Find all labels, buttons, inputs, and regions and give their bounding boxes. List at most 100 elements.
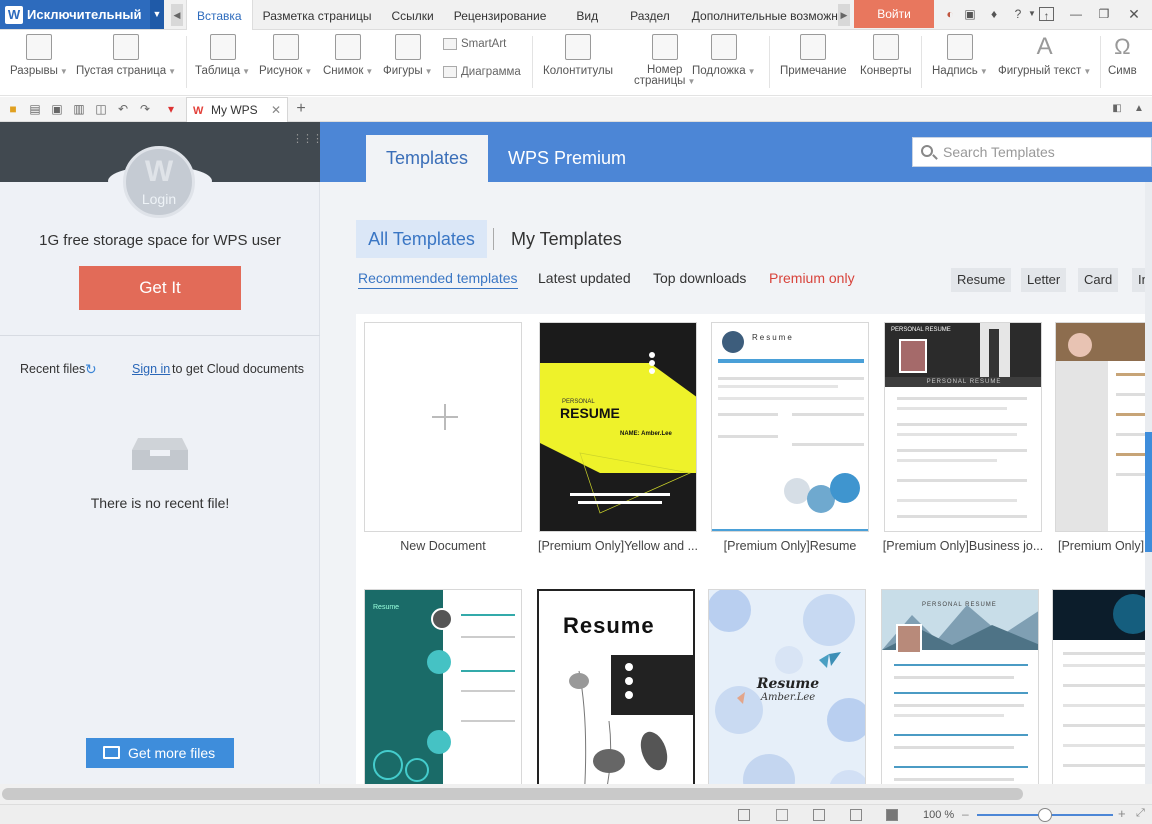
close-icon[interactable]: ✕ [1126, 6, 1142, 22]
fit-window-icon[interactable]: ⤢ [1136, 807, 1145, 820]
wps-tab-logo-icon: W [193, 104, 204, 117]
wordart-button[interactable]: A Фигурный текст ▼ [998, 34, 1091, 78]
print-preview-icon[interactable]: ◫ [94, 102, 108, 116]
card-caption: [Premium Only]U [1058, 539, 1152, 553]
vertical-scrollbar-thumb[interactable] [1145, 432, 1152, 552]
tabs-scroll-right-icon[interactable]: ▶ [838, 4, 850, 26]
folder-icon [103, 746, 120, 759]
table-button[interactable]: Таблица ▼ [195, 34, 250, 77]
skin-icon[interactable]: ◐ [942, 6, 958, 22]
tab-additional[interactable]: Дополнительные возможнос [682, 0, 846, 30]
chart-button[interactable]: Диаграмма [443, 66, 521, 78]
comment-button[interactable]: Примечание [780, 34, 847, 77]
app-menu-button[interactable]: W Исключительный ▼ [0, 0, 164, 29]
tag-resume[interactable]: Resume [951, 268, 1012, 292]
tab-insert[interactable]: Вставка [186, 0, 253, 31]
envelopes-label: Конверты [860, 65, 912, 77]
teal-ring [405, 758, 429, 782]
tab-references[interactable]: Ссылки [381, 0, 443, 30]
template-card[interactable]: Resume Amber.Lee [708, 589, 866, 784]
redo-icon[interactable]: ↷ [138, 102, 152, 116]
horizontal-scrollbar-thumb[interactable] [2, 788, 1023, 800]
envelopes-button[interactable]: Конверты [860, 34, 912, 77]
tabs-scroll-left-icon[interactable]: ◀ [171, 4, 183, 26]
tab-review[interactable]: Рецензирование [444, 0, 557, 30]
refresh-icon[interactable]: ↻ [85, 361, 97, 378]
zoom-in-icon[interactable]: + [1118, 806, 1126, 821]
new-tab-icon[interactable]: + [294, 101, 308, 117]
outline-view-icon[interactable] [813, 809, 825, 821]
tag-letter[interactable]: Letter [1021, 268, 1067, 292]
page-number-button[interactable]: Номер страницы ▼ [634, 34, 695, 87]
tab-section[interactable]: Раздел [618, 0, 682, 30]
tab-page-layout[interactable]: Разметка страницы [253, 0, 382, 30]
blank-page-button[interactable]: Пустая страница ▼ [76, 34, 176, 77]
tab-all-templates[interactable]: All Templates [356, 220, 487, 258]
shapes-button[interactable]: Фигуры ▼ [383, 34, 433, 77]
smartart-button[interactable]: SmartArt [443, 38, 506, 50]
fullscreen-icon[interactable]: ↑ [1039, 7, 1054, 23]
panel-icon[interactable]: ◧ [1110, 102, 1124, 116]
minimize-icon[interactable]: — [1068, 6, 1084, 22]
template-card[interactable] [1052, 589, 1152, 784]
template-card[interactable]: PERSONAL RESUME [881, 589, 1039, 784]
undo-icon[interactable]: ↶ [116, 102, 130, 116]
sign-in-link[interactable]: Sign in [132, 362, 170, 376]
resume-line [718, 413, 778, 416]
filter-recommended[interactable]: Recommended templates [358, 270, 518, 289]
tab-my-templates[interactable]: My Templates [511, 220, 622, 258]
chart-icon [443, 66, 457, 78]
eye-protection-icon[interactable] [886, 809, 898, 821]
search-input[interactable]: Search Templates [912, 137, 1152, 167]
web-view-icon[interactable] [850, 809, 862, 821]
filter-top-downloads[interactable]: Top downloads [653, 270, 746, 286]
open-icon[interactable]: ■ [6, 102, 20, 116]
apps-grid-icon[interactable]: ⋮⋮⋮ [292, 132, 323, 146]
template-card[interactable]: PERSONAL RESUME PERSONAL RESUME [884, 322, 1042, 532]
vertical-scrollbar[interactable] [1145, 182, 1152, 784]
template-card[interactable]: PERSONAL RESUME Resume [537, 589, 695, 784]
focus-mode-icon[interactable] [738, 809, 750, 821]
tab-my-wps[interactable]: W My WPS ✕ [186, 97, 288, 122]
zoom-slider-handle[interactable] [1038, 808, 1052, 822]
login-button[interactable]: Войти [854, 0, 934, 28]
template-card[interactable]: PERSONAL RESUME NAME: Amber.Lee [539, 322, 697, 532]
tag-card[interactable]: Card [1078, 268, 1119, 292]
print-icon[interactable]: ▥ [72, 102, 86, 116]
watermark-button[interactable]: Подложка ▼ [692, 34, 756, 77]
export-pdf-icon[interactable]: ▣ [50, 102, 64, 116]
resume-line [792, 443, 864, 446]
template-card[interactable]: Resume [711, 322, 869, 532]
breaks-button[interactable]: Разрывы ▼ [10, 34, 68, 77]
title-bar: W Исключительный ▼ ◀ Вставка Разметка ст… [0, 0, 1152, 31]
get-it-button[interactable]: Get It [79, 266, 241, 310]
screenshot-button[interactable]: Снимок ▼ [323, 34, 373, 77]
header-footer-button[interactable]: Колонтитулы [543, 34, 613, 77]
symbol-button[interactable]: Ω Симв [1108, 34, 1137, 77]
customize-icon[interactable]: ▾ [164, 102, 178, 116]
new-document-card[interactable] [364, 322, 522, 532]
page-view-icon[interactable] [776, 809, 788, 821]
save-icon[interactable]: ▤ [28, 102, 42, 116]
template-card[interactable] [1055, 322, 1152, 532]
help-dropdown-icon[interactable]: ▼ [1024, 6, 1040, 22]
login-avatar[interactable]: W Login [123, 146, 195, 218]
document-icon[interactable]: ▣ [962, 6, 978, 22]
get-more-files-button[interactable]: Get more files [86, 738, 234, 768]
restore-icon[interactable]: ❐ [1096, 6, 1112, 22]
shirt-icon[interactable]: ♦ [986, 6, 1002, 22]
picture-button[interactable]: Рисунок ▼ [259, 34, 312, 77]
textbox-button[interactable]: Надпись ▼ [932, 34, 988, 77]
collapse-ribbon-icon[interactable]: ▲ [1132, 102, 1146, 116]
filter-latest-updated[interactable]: Latest updated [538, 270, 631, 286]
template-card[interactable]: Resume [364, 589, 522, 784]
tab-templates[interactable]: Templates [366, 135, 488, 182]
tab-wps-premium[interactable]: WPS Premium [508, 135, 626, 182]
storage-text: 1G free storage space for WPS user [39, 232, 281, 249]
zoom-out-icon[interactable]: – [962, 807, 969, 821]
horizontal-scrollbar[interactable] [0, 784, 1152, 804]
app-menu-dropdown-icon[interactable]: ▼ [150, 0, 164, 29]
tab-view[interactable]: Вид [556, 0, 618, 30]
close-tab-icon[interactable]: ✕ [271, 98, 281, 122]
filter-premium-only[interactable]: Premium only [769, 270, 855, 286]
